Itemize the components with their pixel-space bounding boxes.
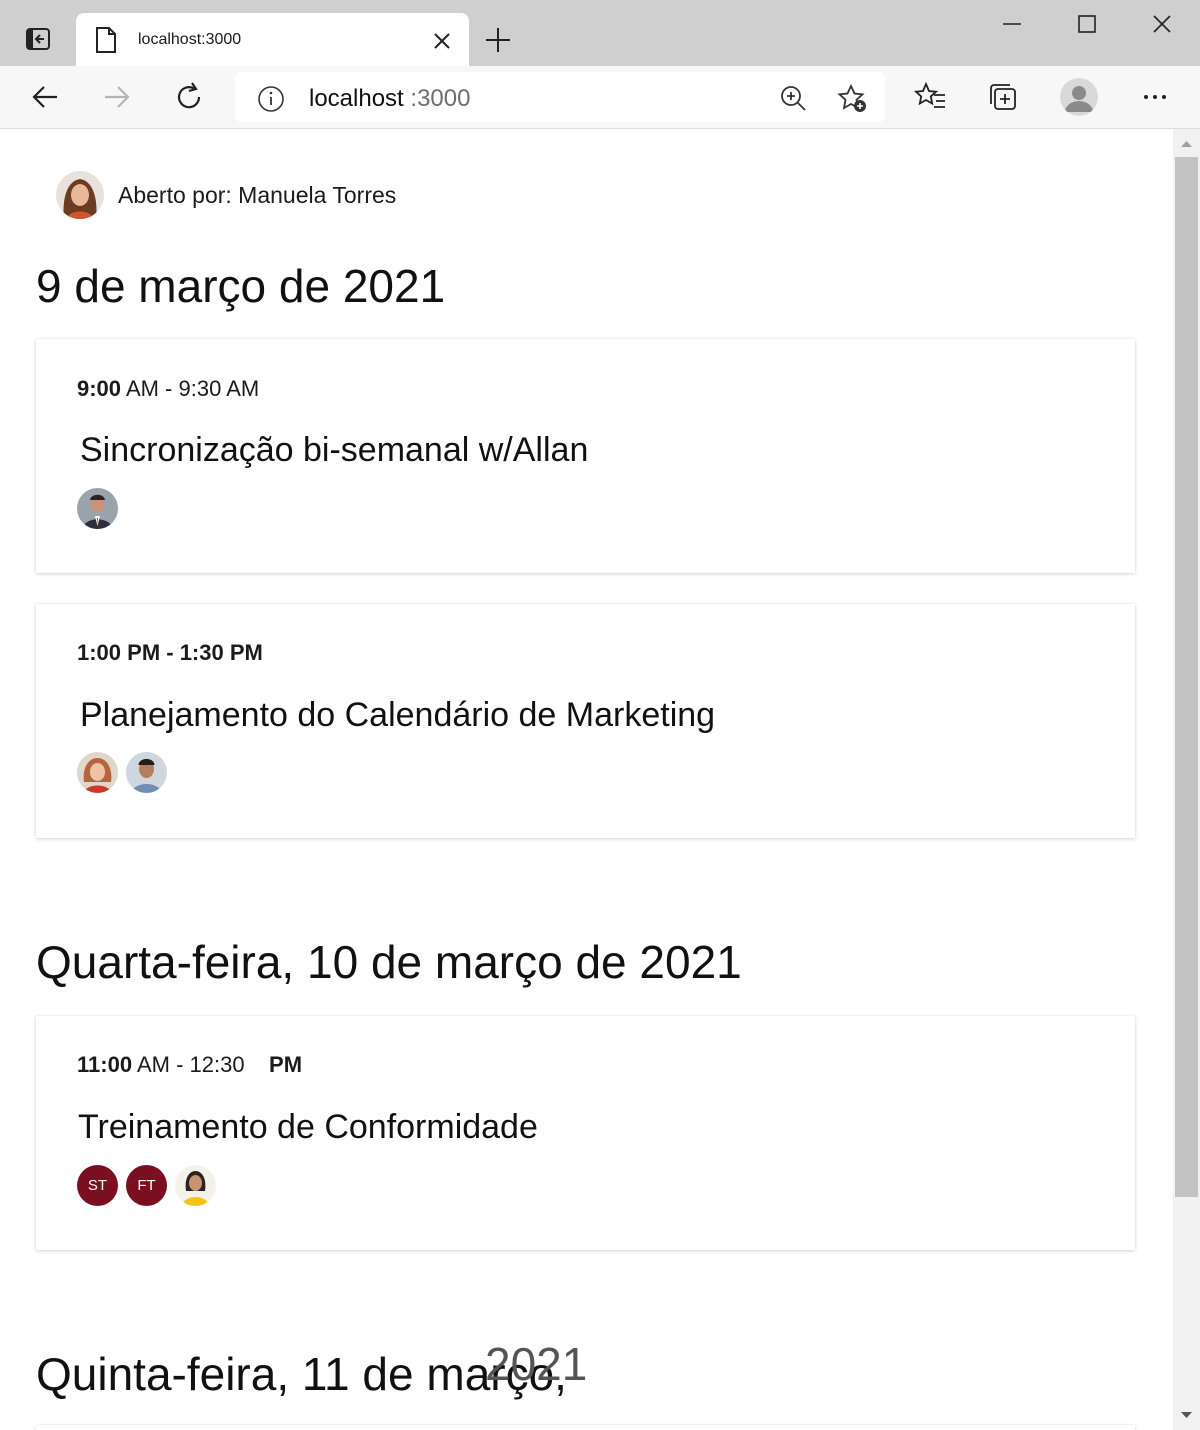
- avatar: [56, 171, 104, 219]
- vertical-scrollbar[interactable]: [1173, 129, 1200, 1430]
- url-port: :3000: [410, 85, 471, 112]
- zoom-in-icon[interactable]: [778, 83, 808, 113]
- attendee-avatar[interactable]: [126, 752, 167, 793]
- event-card[interactable]: 11:00 AM - 12:30 PM Treinamento de Confo…: [36, 1016, 1135, 1250]
- attendee-avatar[interactable]: [77, 488, 118, 529]
- page-icon: [94, 26, 118, 59]
- agenda-page: Aberto por: Manuela Torres 9 de março de…: [0, 129, 1173, 1430]
- tab-title: localhost:3000: [138, 31, 242, 48]
- more-icon[interactable]: [1138, 80, 1172, 114]
- event-time-end: AM - 9:30 AM: [121, 376, 260, 401]
- profile-icon[interactable]: [1060, 78, 1098, 116]
- close-icon[interactable]: [431, 30, 453, 52]
- event-time-start: 11:00: [77, 1052, 133, 1077]
- scroll-down-arrow-icon[interactable]: [1173, 1406, 1200, 1424]
- attendee-list: ST FT: [77, 1165, 216, 1206]
- url-host: localhost: [309, 85, 404, 112]
- event-time-start: 1:00 PM - 1:30 PM: [77, 640, 263, 665]
- event-card[interactable]: 1:00 PM - 1:30 PM Planejamento do Calend…: [36, 604, 1135, 838]
- day-heading-year: 2021: [485, 1338, 588, 1390]
- maximize-icon[interactable]: [1067, 8, 1107, 40]
- day-heading: Quarta-feira, 10 de março de 2021: [36, 936, 742, 988]
- event-title: Sincronização bi-semanal w/Allan: [80, 431, 589, 469]
- scroll-thumb[interactable]: [1175, 157, 1198, 1197]
- tab-bar: localhost:3000: [0, 0, 1200, 66]
- attendee-avatar[interactable]: [175, 1165, 216, 1206]
- favorites-icon[interactable]: [913, 80, 948, 114]
- owner-label: Aberto por: Manuela Torres: [118, 181, 397, 208]
- address-bar[interactable]: localhost :3000: [235, 72, 885, 122]
- event-time: 9:00 AM - 9:30 AM: [77, 376, 259, 402]
- browser-tab[interactable]: localhost:3000: [76, 13, 469, 66]
- back-icon[interactable]: [28, 80, 62, 114]
- add-favorite-icon[interactable]: [837, 83, 867, 113]
- attendee-list: [77, 752, 167, 793]
- event-title: Treinamento de Conformidade: [78, 1108, 538, 1146]
- event-card[interactable]: [36, 1425, 1135, 1430]
- forward-icon[interactable]: [100, 80, 134, 114]
- event-time-start: 9:00: [77, 376, 122, 401]
- attendee-initials[interactable]: FT: [126, 1165, 167, 1206]
- info-icon[interactable]: [257, 85, 285, 118]
- url-text: localhost :3000: [309, 85, 470, 113]
- event-time-end: AM - 12:30: [132, 1052, 270, 1077]
- attendee-avatar[interactable]: [77, 752, 118, 793]
- window-close-icon[interactable]: [1142, 8, 1182, 40]
- plus-icon[interactable]: [482, 24, 514, 56]
- tab-actions-icon[interactable]: [22, 24, 54, 56]
- attendee-list: [77, 488, 118, 529]
- event-time-suffix: PM: [269, 1052, 303, 1077]
- scroll-up-arrow-icon[interactable]: [1173, 135, 1200, 153]
- attendee-initials[interactable]: ST: [77, 1165, 118, 1206]
- event-time: 11:00 AM - 12:30 PM: [77, 1052, 302, 1078]
- owner-info: Aberto por: Manuela Torres: [56, 171, 396, 219]
- day-heading: 9 de março de 2021: [36, 260, 446, 312]
- minimize-icon[interactable]: [992, 8, 1032, 40]
- refresh-icon[interactable]: [172, 80, 206, 114]
- event-time: 1:00 PM - 1:30 PM: [77, 640, 263, 666]
- event-card[interactable]: 9:00 AM - 9:30 AM Sincronização bi-seman…: [36, 339, 1135, 573]
- event-title: Planejamento do Calendário de Marketing: [80, 696, 716, 734]
- collections-icon[interactable]: [986, 80, 1020, 114]
- browser-toolbar: localhost :3000: [0, 66, 1200, 129]
